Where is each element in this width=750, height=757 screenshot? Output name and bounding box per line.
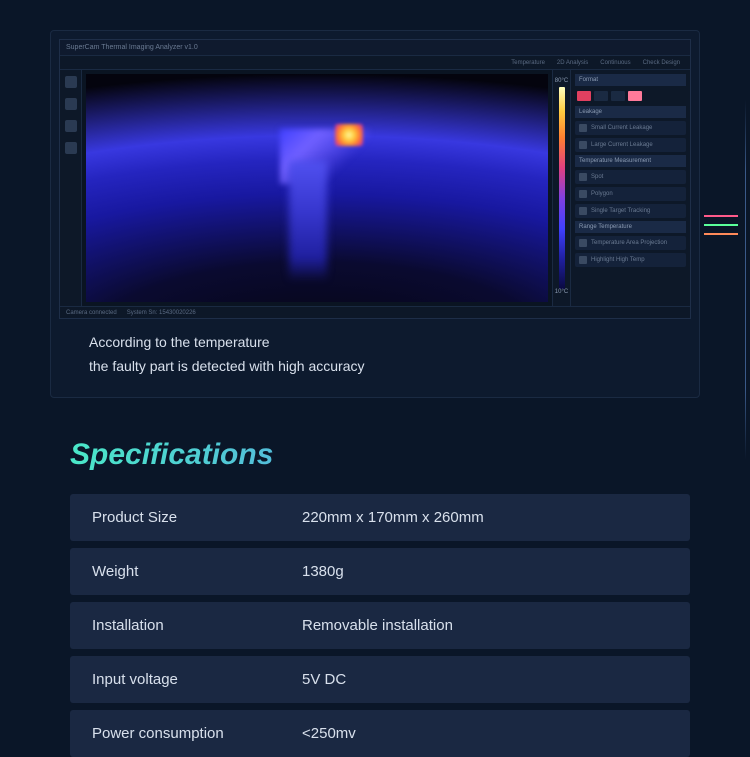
- panel-temp-header: Temperature Measurement: [575, 155, 686, 167]
- status-serial: System Sn: 15430020226: [127, 310, 196, 316]
- spec-value: 220mm x 170mm x 260mm: [302, 509, 484, 526]
- spec-row: Product Size 220mm x 170mm x 260mm: [70, 494, 690, 541]
- software-screenshot: SuperCam Thermal Imaging Analyzer v1.0 T…: [50, 30, 700, 398]
- decor-line: [704, 233, 738, 235]
- scale-gradient: [559, 87, 565, 289]
- panel-option[interactable]: Polygon: [575, 187, 686, 201]
- scale-max: 80°C: [555, 78, 568, 84]
- heat-shape: [289, 161, 327, 281]
- spec-value: Removable installation: [302, 617, 453, 634]
- panel-option[interactable]: Small Current Leakage: [575, 121, 686, 135]
- thermal-viewport[interactable]: [86, 74, 548, 302]
- panel-leakage-header: Leakage: [575, 106, 686, 118]
- right-panel: Format Leakage Small Current Leakage Lar…: [570, 70, 690, 306]
- menu-item[interactable]: 2D Analysis: [557, 60, 588, 66]
- highlight-icon: [579, 256, 587, 264]
- app-statusbar: Camera connected System Sn: 15430020226: [60, 306, 690, 318]
- caption-line: the faulty part is detected with high ac…: [89, 355, 661, 379]
- panel-range-header: Range Temperature: [575, 221, 686, 233]
- caption-line: According to the temperature: [89, 331, 661, 355]
- option-icon: [579, 124, 587, 132]
- menu-item[interactable]: Check Design: [643, 60, 680, 66]
- left-toolbar: [60, 70, 82, 306]
- spec-label: Product Size: [92, 509, 302, 526]
- decor-line: [704, 224, 738, 226]
- menu-item[interactable]: Continuous: [600, 60, 630, 66]
- screenshot-caption: According to the temperature the faulty …: [59, 319, 691, 389]
- decorative-lines: [704, 215, 738, 235]
- polygon-icon: [579, 190, 587, 198]
- product-page: SuperCam Thermal Imaging Analyzer v1.0 T…: [0, 0, 750, 750]
- spec-row: Weight 1380g: [70, 548, 690, 595]
- panel-option[interactable]: Highlight High Temp: [575, 253, 686, 267]
- app-window: SuperCam Thermal Imaging Analyzer v1.0 T…: [59, 39, 691, 319]
- decorative-vertical-line: [745, 100, 746, 460]
- palette-swatch[interactable]: [628, 91, 642, 101]
- panel-option[interactable]: Large Current Leakage: [575, 138, 686, 152]
- menu-item[interactable]: Temperature: [511, 60, 545, 66]
- palette-swatch[interactable]: [611, 91, 625, 101]
- app-menubar: Temperature 2D Analysis Continuous Check…: [60, 56, 690, 70]
- panel-option[interactable]: Single Target Tracking: [575, 204, 686, 218]
- spec-label: Weight: [92, 563, 302, 580]
- status-connection: Camera connected: [66, 310, 117, 316]
- app-title: SuperCam Thermal Imaging Analyzer v1.0: [66, 44, 198, 51]
- tool-reset-icon[interactable]: [65, 142, 77, 154]
- app-body: 80°C 10°C Format Leakage Small Current L…: [60, 70, 690, 306]
- panel-format-header: Format: [575, 74, 686, 86]
- spec-value: <250mv: [302, 725, 356, 742]
- thermal-image: [86, 74, 548, 302]
- color-scale: 80°C 10°C: [552, 70, 570, 306]
- spec-value: 1380g: [302, 563, 344, 580]
- specifications-title: Specifications: [70, 438, 690, 472]
- spec-row: Installation Removable installation: [70, 602, 690, 649]
- panel-option[interactable]: Spot: [575, 170, 686, 184]
- option-icon: [579, 141, 587, 149]
- spec-value: 5V DC: [302, 671, 346, 688]
- palette-row: [575, 89, 686, 103]
- specifications-section: Specifications Product Size 220mm x 170m…: [50, 418, 700, 757]
- spec-label: Power consumption: [92, 725, 302, 742]
- spec-row: Input voltage 5V DC: [70, 656, 690, 703]
- scale-min: 10°C: [555, 289, 568, 295]
- tool-text-icon[interactable]: [65, 98, 77, 110]
- decor-line: [704, 215, 738, 217]
- panel-option[interactable]: Temperature Area Projection: [575, 236, 686, 250]
- tool-open-icon[interactable]: [65, 76, 77, 88]
- target-icon: [579, 207, 587, 215]
- spec-label: Installation: [92, 617, 302, 634]
- palette-swatch[interactable]: [594, 91, 608, 101]
- area-icon: [579, 239, 587, 247]
- tool-edit-icon[interactable]: [65, 120, 77, 132]
- palette-swatch[interactable]: [577, 91, 591, 101]
- hot-spot: [335, 124, 363, 146]
- spec-label: Input voltage: [92, 671, 302, 688]
- app-titlebar: SuperCam Thermal Imaging Analyzer v1.0: [60, 40, 690, 56]
- spot-icon: [579, 173, 587, 181]
